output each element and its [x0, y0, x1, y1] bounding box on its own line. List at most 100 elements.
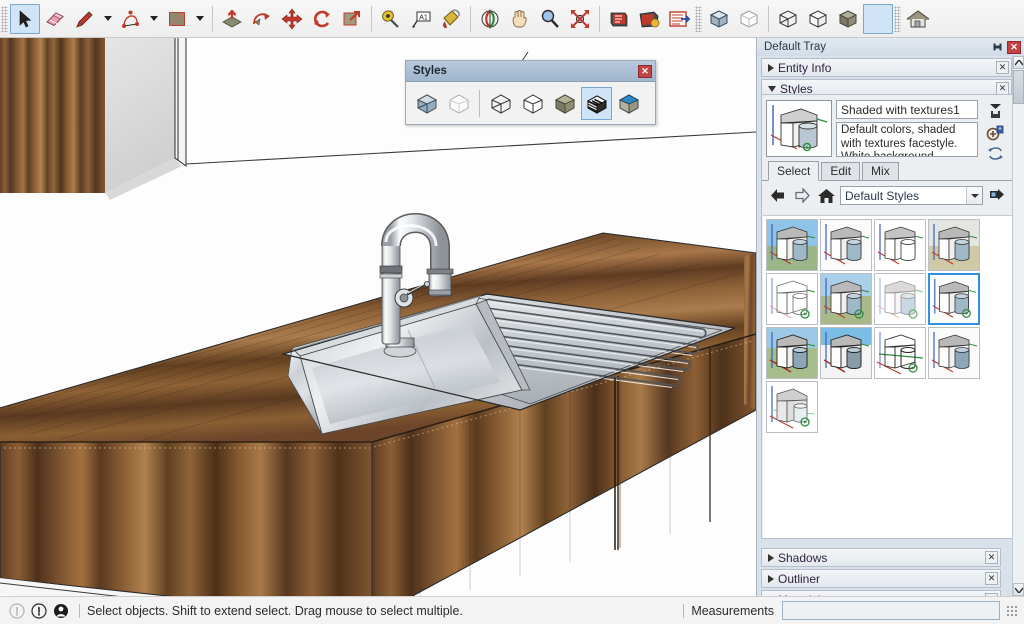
measurements-input[interactable]	[782, 601, 1000, 620]
tab-edit[interactable]: Edit	[821, 162, 861, 180]
face-style-shaded-with-textures[interactable]	[704, 4, 734, 34]
line-tool-dropdown[interactable]	[100, 4, 116, 34]
styles-toolbar-dialog[interactable]: Styles ✕	[405, 60, 656, 125]
close-icon[interactable]: ✕	[638, 64, 652, 78]
current-style-thumbnail[interactable]	[766, 100, 832, 157]
tray-title: Default Tray	[764, 41, 826, 53]
status-bar: Select objects. Shift to extend select. …	[0, 596, 1024, 624]
style-description-field[interactable]: Default colors, shaded with textures fac…	[836, 122, 978, 157]
style-thumb-11[interactable]	[874, 327, 926, 379]
arrow-right-icon[interactable]	[792, 186, 812, 206]
select-tool[interactable]	[10, 3, 40, 34]
toolbar-grip[interactable]	[695, 5, 702, 32]
toolbar-divider	[470, 5, 471, 32]
tab-mix[interactable]: Mix	[862, 162, 899, 180]
panel-entity-info[interactable]: Entity Info ✕	[761, 58, 1012, 77]
style-name-field[interactable]: Shaded with textures1	[836, 100, 978, 119]
face-style-monochrome[interactable]	[833, 4, 863, 34]
text-tool[interactable]: A1	[406, 4, 436, 34]
face-style-extra[interactable]	[863, 3, 893, 34]
scale-tool[interactable]	[337, 4, 367, 34]
styles-dialog-body	[406, 82, 655, 125]
rotate-tool[interactable]	[307, 4, 337, 34]
tray-titlebar[interactable]: Default Tray ✕	[757, 38, 1024, 56]
previous-view[interactable]	[604, 4, 634, 34]
face-style-shaded-no-texture[interactable]	[803, 4, 833, 34]
face-style-hidden-line[interactable]	[734, 4, 764, 34]
panel-entity-info-close[interactable]: ✕	[996, 61, 1009, 74]
create-style-icon[interactable]	[984, 102, 1006, 119]
face-style-wireframe[interactable]	[773, 4, 803, 34]
style-thumb-4[interactable]	[928, 219, 980, 271]
context-help-icon[interactable]	[6, 600, 28, 622]
style-wireframe[interactable]	[485, 87, 516, 120]
pan-tool[interactable]	[505, 4, 535, 34]
style-thumb-13[interactable]	[766, 381, 818, 433]
styles-collection-nav: Default Styles	[762, 181, 1012, 207]
chevron-down-icon[interactable]	[966, 187, 982, 204]
toolbar-grip[interactable]	[894, 5, 901, 32]
house-icon[interactable]	[816, 186, 836, 206]
zoom-extents-tool[interactable]	[565, 4, 595, 34]
styles-panel-header: Shaded with textures1 Default colors, sh…	[762, 95, 1012, 161]
styles-panel-side-buttons	[982, 100, 1008, 160]
arc-tool-dropdown[interactable]	[146, 4, 162, 34]
scroll-down-arrow[interactable]	[1013, 583, 1024, 596]
panel-shadows-close[interactable]: ✕	[985, 551, 998, 564]
style-thumb-7[interactable]	[874, 273, 926, 325]
panel-shadows-label: Shadows	[778, 550, 828, 565]
style-thumb-6[interactable]	[820, 273, 872, 325]
style-hidden-line[interactable]	[517, 87, 548, 120]
rectangle-tool-dropdown[interactable]	[192, 4, 208, 34]
standard-views-home[interactable]	[903, 4, 933, 34]
style-shaded-with-textures[interactable]	[581, 87, 612, 120]
next-view[interactable]	[634, 4, 664, 34]
panel-outliner[interactable]: Outliner ✕	[761, 569, 1001, 588]
followme-tool[interactable]	[247, 4, 277, 34]
style-thumb-9[interactable]	[766, 327, 818, 379]
eraser-tool[interactable]	[40, 4, 70, 34]
panel-outliner-close[interactable]: ✕	[985, 572, 998, 585]
toolbar-divider	[599, 5, 600, 32]
rectangle-tool[interactable]	[162, 4, 192, 34]
pin-icon[interactable]	[991, 41, 1004, 54]
zoom-tool[interactable]	[535, 4, 565, 34]
update-style-icon[interactable]	[984, 124, 1006, 141]
tray-close-icon[interactable]: ✕	[1007, 40, 1021, 54]
style-thumb-12[interactable]	[928, 327, 980, 379]
toolbar-grip[interactable]	[1, 5, 8, 32]
tab-select[interactable]: Select	[768, 161, 820, 181]
move-tool[interactable]	[277, 4, 307, 34]
scrollbar-thumb[interactable]	[1013, 70, 1024, 104]
line-tool[interactable]	[70, 4, 100, 34]
tray-scrollbar[interactable]	[1012, 56, 1024, 596]
style-shaded[interactable]	[549, 87, 580, 120]
style-thumb-1[interactable]	[766, 219, 818, 271]
window-resize-grip[interactable]	[1006, 604, 1018, 617]
style-thumb-5[interactable]	[766, 273, 818, 325]
paint-bucket-tool[interactable]	[436, 4, 466, 34]
refresh-icon[interactable]	[984, 146, 1006, 161]
details-arrow-icon[interactable]	[987, 186, 1007, 206]
styles-dialog-titlebar[interactable]: Styles ✕	[406, 61, 655, 82]
styles-collection-select[interactable]: Default Styles	[840, 186, 983, 205]
info-circle-icon[interactable]	[28, 600, 50, 622]
tape-measure-tool[interactable]	[376, 4, 406, 34]
style-thumb-10[interactable]	[820, 327, 872, 379]
style-thumb-8[interactable]	[928, 273, 980, 325]
scroll-up-arrow[interactable]	[1013, 56, 1024, 69]
style-thumb-3[interactable]	[874, 219, 926, 271]
styles-collection-value: Default Styles	[845, 188, 920, 203]
orbit-tool[interactable]	[475, 4, 505, 34]
arc-tool[interactable]	[116, 4, 146, 34]
style-back-edges[interactable]	[443, 87, 474, 120]
style-monochrome[interactable]	[613, 87, 644, 120]
pushpull-tool[interactable]	[217, 4, 247, 34]
person-circle-icon[interactable]	[50, 600, 72, 622]
panel-shadows[interactable]: Shadows ✕	[761, 548, 1001, 567]
toolbar-divider	[212, 5, 213, 32]
style-xray[interactable]	[411, 87, 442, 120]
arrow-left-icon[interactable]	[768, 186, 788, 206]
style-thumb-2[interactable]	[820, 219, 872, 271]
section-plane[interactable]	[664, 4, 694, 34]
